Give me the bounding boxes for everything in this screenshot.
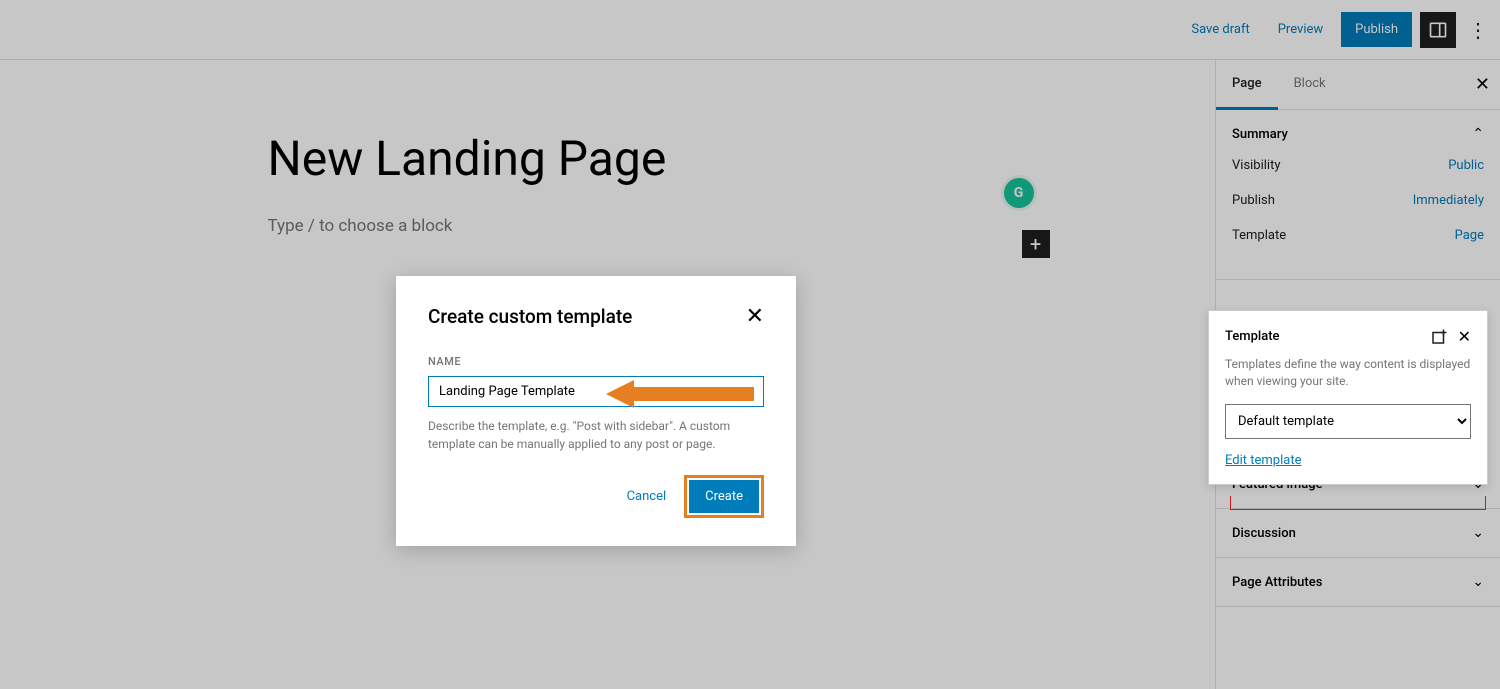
modal-close-button[interactable]: ✕: [746, 304, 764, 329]
annotation-arrow-icon: [606, 380, 754, 408]
template-select[interactable]: Default template: [1225, 404, 1471, 439]
close-popover-button[interactable]: ✕: [1458, 327, 1471, 346]
create-button[interactable]: Create: [689, 480, 759, 513]
new-template-icon: [1430, 328, 1448, 346]
close-icon: ✕: [746, 304, 764, 329]
template-popover-description: Templates define the way content is disp…: [1225, 356, 1471, 390]
edit-template-link[interactable]: Edit template: [1225, 453, 1471, 468]
annotation-highlight: [1230, 496, 1486, 510]
close-icon: ✕: [1458, 327, 1471, 346]
new-template-button[interactable]: [1430, 327, 1448, 346]
template-popover-title: Template: [1225, 329, 1280, 344]
create-button-highlight: Create: [684, 475, 764, 518]
create-template-modal: Create custom template ✕ NAME Describe t…: [396, 276, 796, 546]
template-popover: Template ✕ Templates define the way cont…: [1208, 310, 1488, 485]
name-field-label: NAME: [428, 355, 764, 368]
name-field-help: Describe the template, e.g. "Post with s…: [428, 417, 764, 453]
modal-title: Create custom template: [428, 305, 632, 328]
cancel-button[interactable]: Cancel: [619, 479, 675, 514]
